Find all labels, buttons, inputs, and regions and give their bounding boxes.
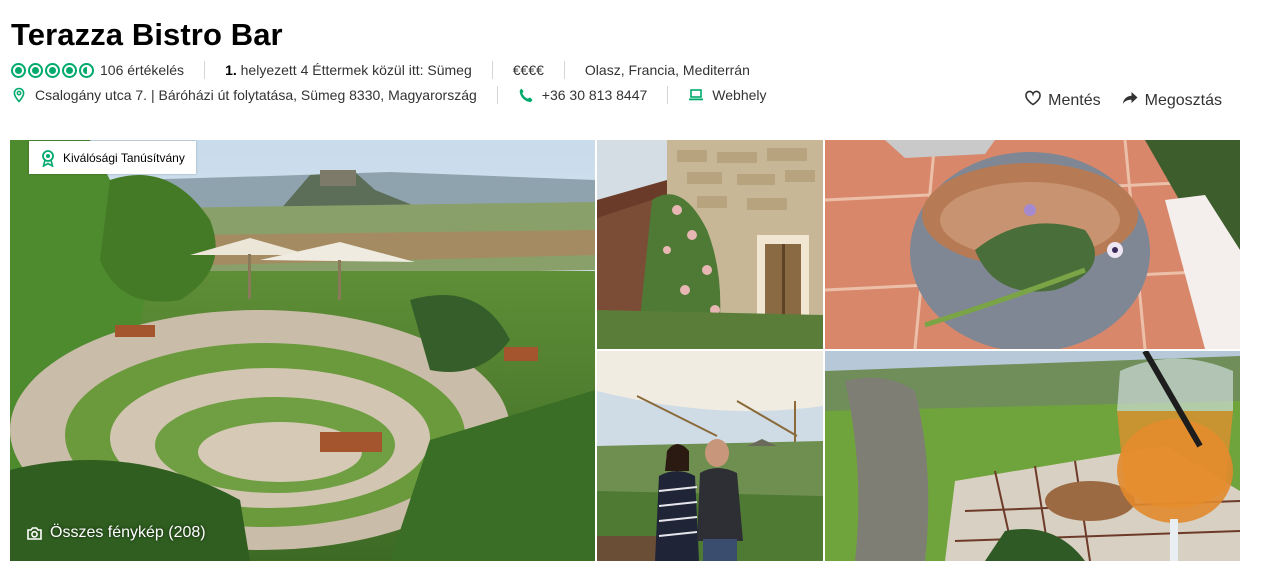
restaurant-title: Terazza Bistro Bar (11, 17, 283, 52)
ranking-link[interactable]: 1. helyezett 4 Éttermek közül itt: Sümeg (225, 62, 472, 78)
phone-link[interactable]: +36 30 813 8447 (542, 87, 648, 103)
share-button[interactable]: Megosztás (1121, 89, 1222, 112)
cuisines-link[interactable]: Olasz, Francia, Mediterrán (585, 62, 750, 78)
share-arrow-icon (1121, 89, 1139, 112)
photo-spritz-drink[interactable] (825, 351, 1240, 561)
photo-soup-bowl[interactable] (825, 140, 1240, 349)
rating-bubble-icon (28, 62, 43, 78)
save-button[interactable]: Mentés (1024, 89, 1101, 112)
photo-couple-umbrella[interactable] (597, 351, 823, 561)
rating-bubble-icon (45, 62, 60, 78)
share-label: Megosztás (1144, 91, 1222, 109)
divider (563, 61, 565, 79)
rating-row: 106 értékelés 1. helyezett 4 Éttermek kö… (11, 60, 750, 80)
certificate-badge[interactable]: Kiválósági Tanúsítvány (29, 141, 196, 174)
price-range: €€€€ (512, 62, 544, 78)
map-pin-icon (11, 87, 27, 103)
all-photos-label: Összes fénykép (208) (50, 524, 206, 541)
save-label: Mentés (1048, 91, 1101, 109)
divider (667, 86, 669, 104)
address-link[interactable]: Csalogány utca 7. | Báróházi út folytatá… (35, 87, 477, 103)
website-link[interactable]: Webhely (712, 87, 766, 103)
heart-icon (1024, 89, 1042, 112)
all-photos-button[interactable]: Összes fénykép (208) (26, 524, 206, 542)
laptop-icon (688, 87, 704, 103)
action-buttons: Mentés Megosztás (1024, 89, 1222, 112)
photo-stone-wall-roses[interactable] (597, 140, 823, 349)
rank-text: helyezett 4 Éttermek közül itt: Sümeg (236, 62, 472, 78)
reviews-link[interactable]: 106 értékelés (100, 62, 184, 78)
rank-number: 1. (225, 62, 237, 78)
rating-half-bubble-icon (79, 62, 94, 78)
camera-icon (26, 525, 50, 542)
certificate-label: Kiválósági Tanúsítvány (63, 150, 185, 165)
rating-bubble-icon (11, 62, 26, 78)
photo-gallery: Kiválósági Tanúsítvány Összes fénykép (2… (10, 140, 1240, 561)
rating-bubbles[interactable] (11, 62, 94, 78)
rating-bubble-icon (62, 62, 77, 78)
contact-row: Csalogány utca 7. | Báróházi út folytatá… (11, 85, 767, 105)
divider (491, 61, 493, 79)
photo-main-garden[interactable]: Kiválósági Tanúsítvány Összes fénykép (2… (10, 140, 595, 561)
phone-icon (518, 87, 534, 103)
divider (496, 86, 498, 104)
award-ribbon-icon (39, 149, 63, 167)
divider (204, 61, 206, 79)
